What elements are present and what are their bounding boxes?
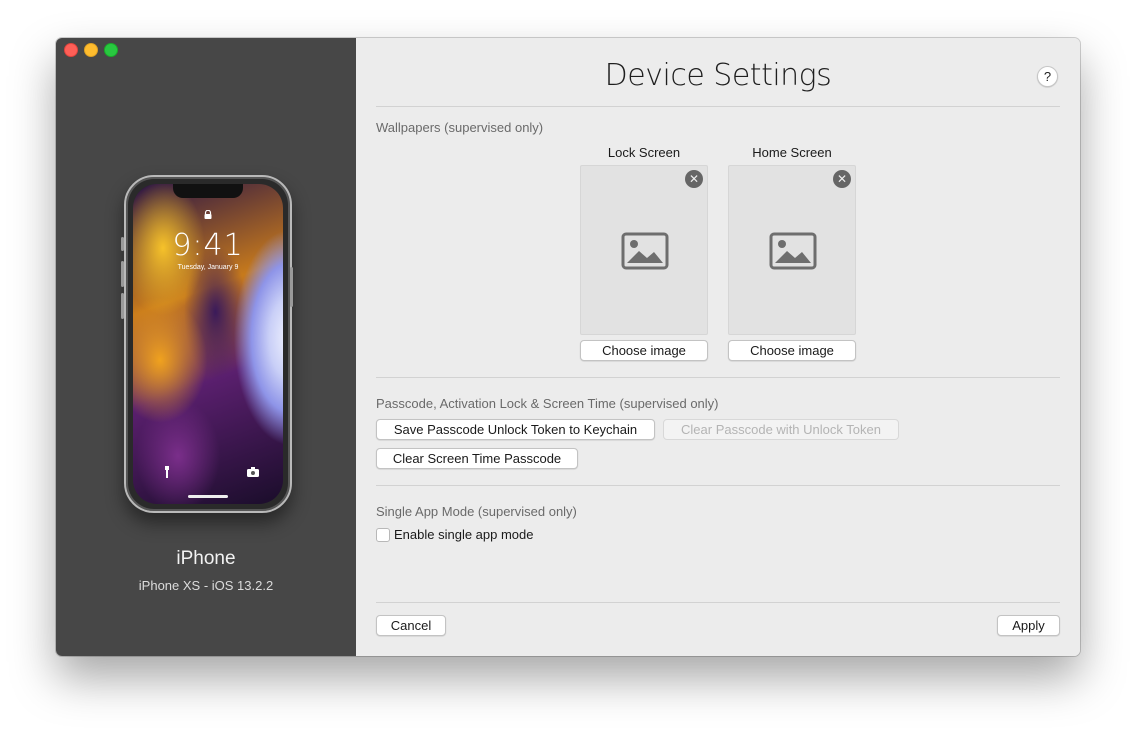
window-maximize-button[interactable] xyxy=(104,43,118,57)
flashlight-icon xyxy=(165,466,169,478)
device-settings-window: 9:41 Tuesday, January 9 iPhone iPhone XS… xyxy=(56,38,1080,656)
wallpapers-section-label: Wallpapers (supervised only) xyxy=(376,120,544,135)
home-screen-choose-image-button[interactable]: Choose image xyxy=(728,340,856,361)
device-notch xyxy=(173,184,243,198)
window-minimize-button[interactable] xyxy=(84,43,98,57)
lock-screen-title: Lock Screen xyxy=(607,145,681,160)
home-screen-title: Home Screen xyxy=(752,145,832,160)
page-title: Device Settings xyxy=(604,58,832,93)
cancel-button[interactable]: Cancel xyxy=(376,615,446,636)
camera-icon xyxy=(247,467,259,477)
device-model-version: iPhone XS - iOS 13.2.2 xyxy=(138,578,274,593)
clear-passcode-button[interactable]: Clear Passcode with Unlock Token xyxy=(663,419,899,440)
divider xyxy=(376,602,1060,603)
lock-screen-choose-image-button[interactable]: Choose image xyxy=(580,340,708,361)
padlock-icon xyxy=(204,210,212,219)
single-app-mode-checkbox[interactable] xyxy=(376,528,390,542)
lock-screen-wallpaper-well[interactable]: ✕ xyxy=(580,165,708,335)
home-indicator xyxy=(188,495,228,498)
single-app-mode-label[interactable]: Enable single app mode xyxy=(394,527,534,542)
window-close-button[interactable] xyxy=(64,43,78,57)
image-placeholder-icon xyxy=(621,232,669,270)
lock-screen-date: Tuesday, January 9 xyxy=(177,264,239,271)
divider xyxy=(376,485,1060,486)
passcode-section-label: Passcode, Activation Lock & Screen Time … xyxy=(376,396,719,411)
clear-screen-time-passcode-button[interactable]: Clear Screen Time Passcode xyxy=(376,448,578,469)
close-circle-icon[interactable]: ✕ xyxy=(833,170,851,188)
device-sidebar: 9:41 Tuesday, January 9 iPhone iPhone XS… xyxy=(56,38,356,656)
divider xyxy=(376,106,1060,107)
close-circle-icon[interactable]: ✕ xyxy=(685,170,703,188)
device-name: iPhone xyxy=(176,548,236,569)
save-passcode-token-button[interactable]: Save Passcode Unlock Token to Keychain xyxy=(376,419,655,440)
device-image: 9:41 Tuesday, January 9 xyxy=(121,175,293,513)
device-screen: 9:41 Tuesday, January 9 xyxy=(133,184,283,504)
single-app-section-label: Single App Mode (supervised only) xyxy=(376,504,577,519)
home-screen-wallpaper-well[interactable]: ✕ xyxy=(728,165,856,335)
help-button[interactable]: ? xyxy=(1037,66,1058,87)
image-placeholder-icon xyxy=(769,232,817,270)
settings-panel: Device Settings ? Wallpapers (supervised… xyxy=(356,38,1080,656)
lock-screen-time: 9:41 xyxy=(172,228,244,263)
divider xyxy=(376,377,1060,378)
apply-button[interactable]: Apply xyxy=(997,615,1060,636)
